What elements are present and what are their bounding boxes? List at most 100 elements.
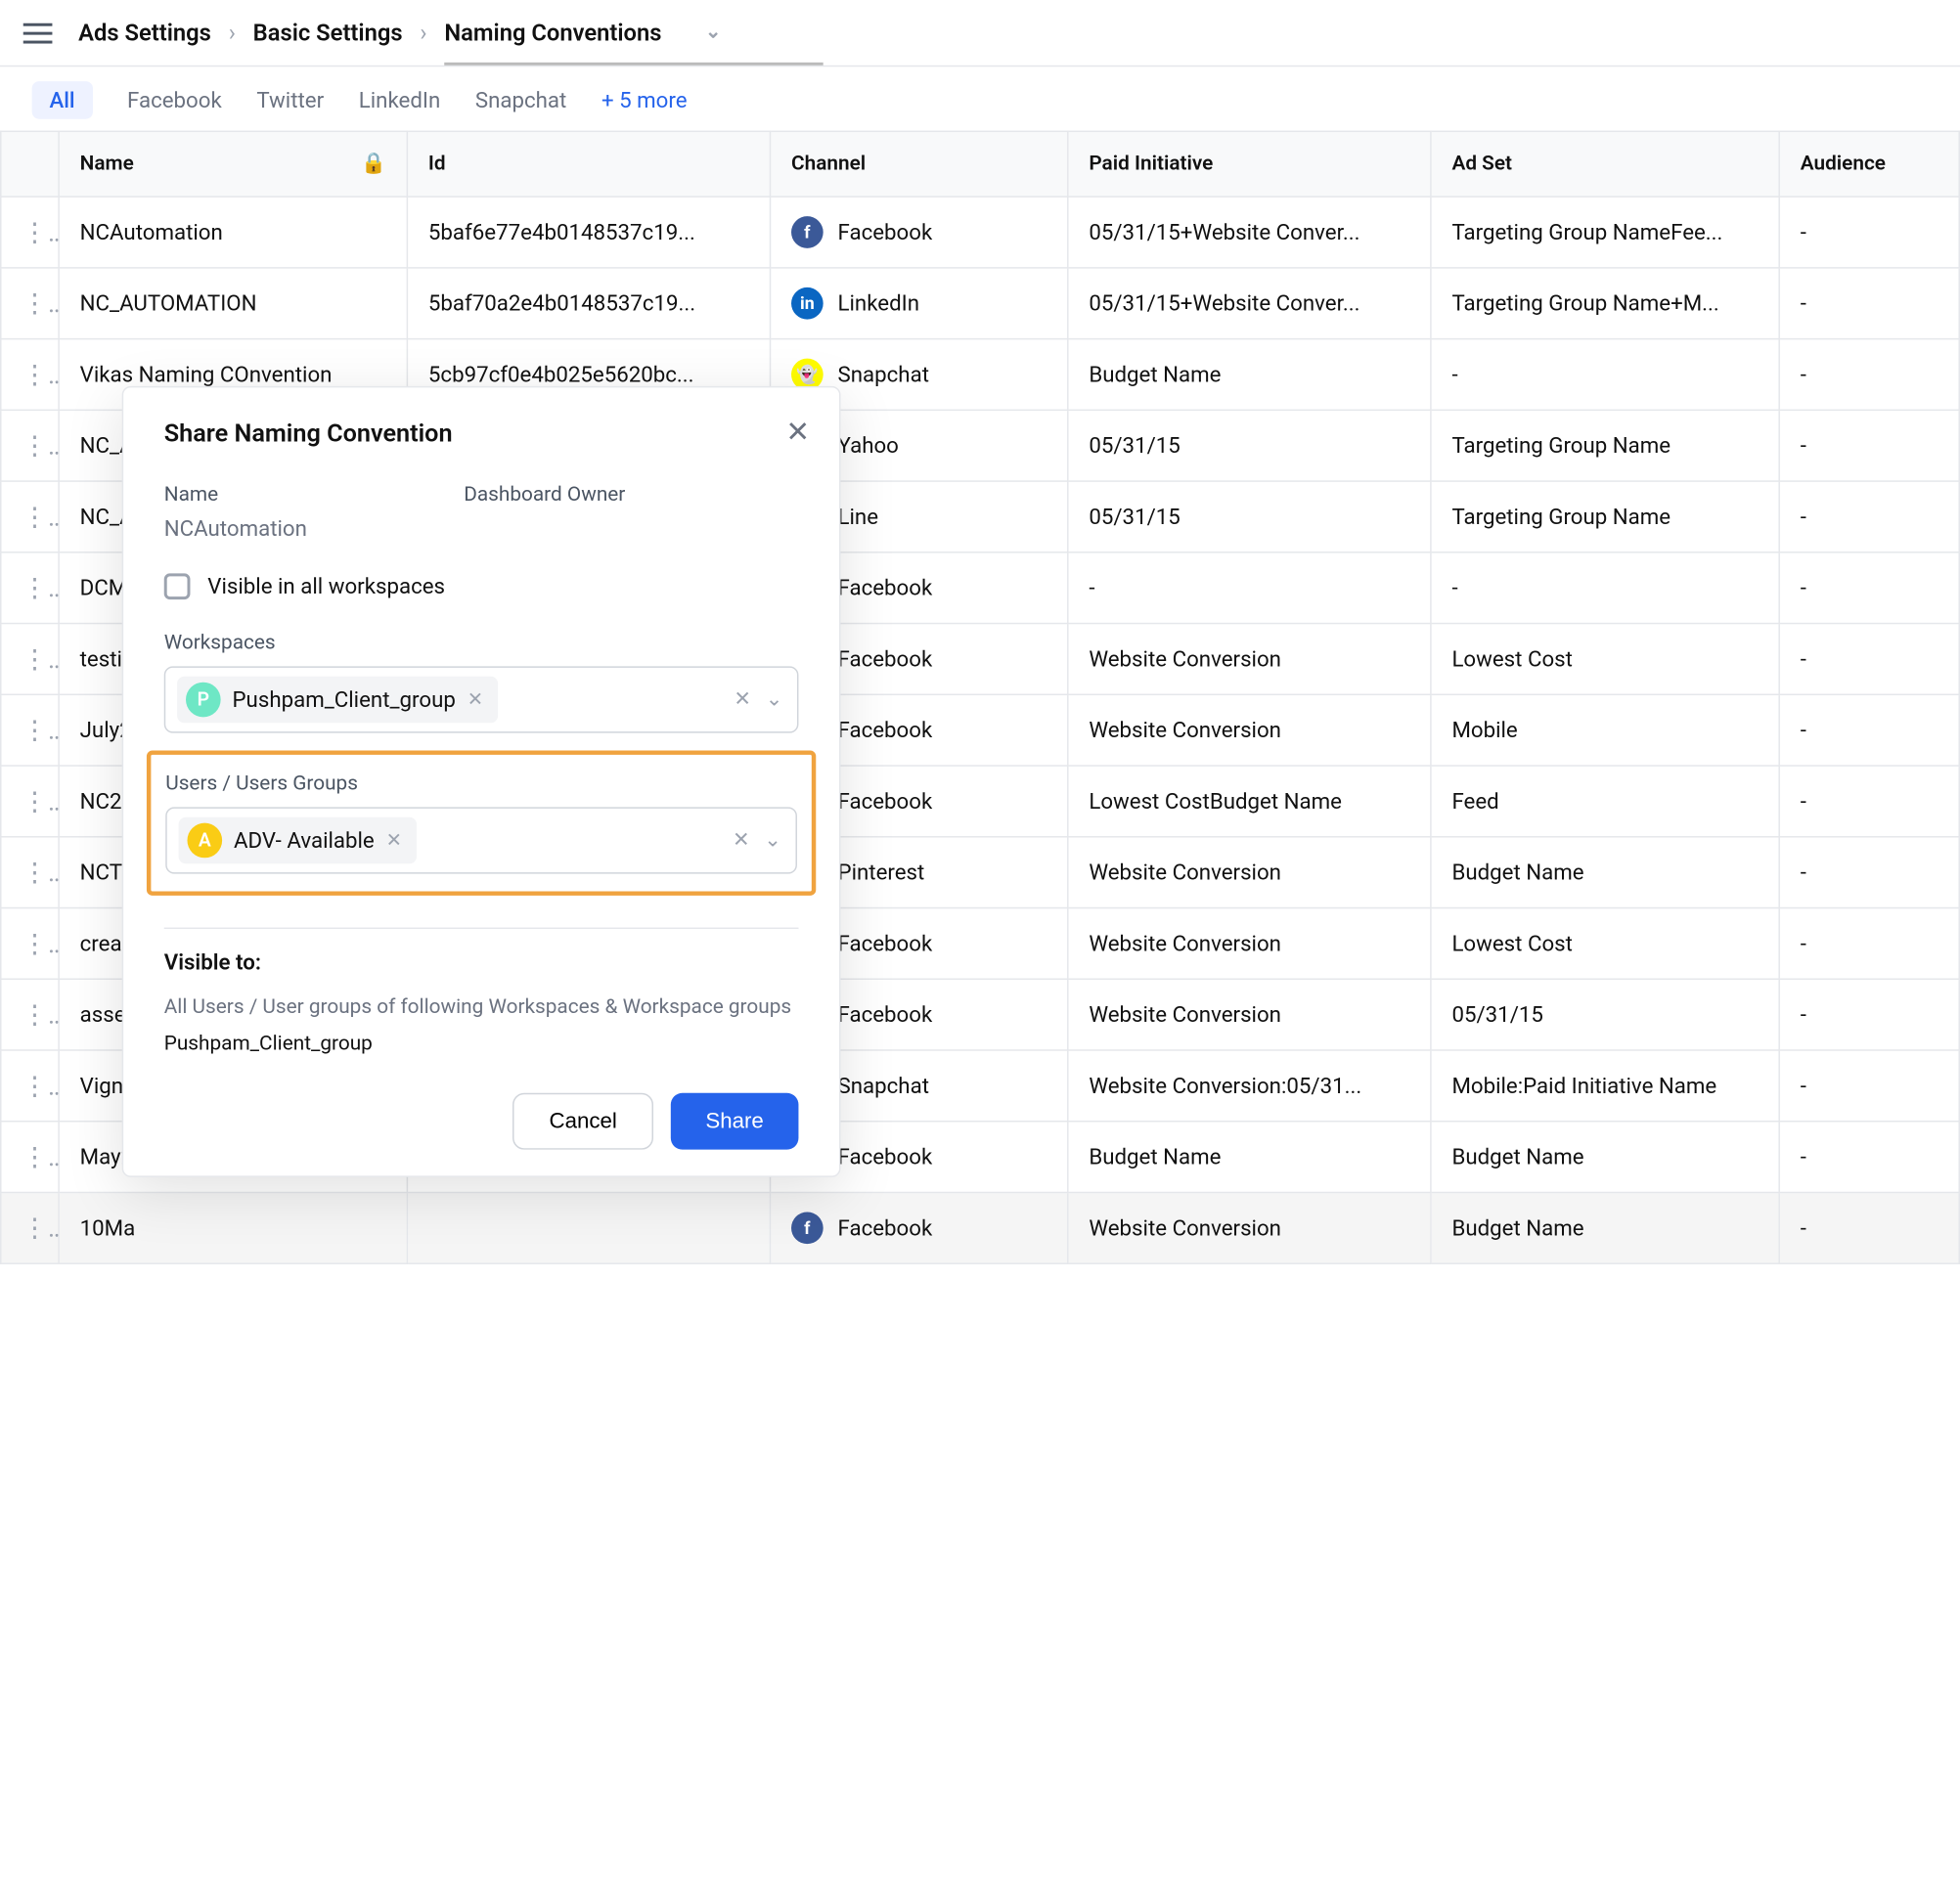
tab-facebook[interactable]: Facebook <box>127 87 222 113</box>
cell-ad-set: Targeting Group NameFee... <box>1431 197 1779 268</box>
visible-to-desc: All Users / User groups of following Wor… <box>164 992 799 1023</box>
cell-paid-initiative: Website Conversion <box>1068 694 1431 766</box>
cell-audience: - <box>1779 552 1959 624</box>
row-menu-icon[interactable]: ⋮ <box>1 694 59 766</box>
cell-audience: - <box>1779 410 1959 481</box>
chevron-down-icon[interactable]: ⌄ <box>764 829 780 853</box>
cell-ad-set: Feed <box>1431 766 1779 837</box>
tab-twitter[interactable]: Twitter <box>256 87 324 113</box>
col-paid-initiative[interactable]: Paid Initiative <box>1068 131 1431 197</box>
cell-ad-set: Lowest Cost <box>1431 908 1779 980</box>
remove-chip-icon[interactable]: ✕ <box>386 829 402 851</box>
cell-ad-set: Mobile:Paid Initiative Name <box>1431 1050 1779 1122</box>
crumb-naming-conventions[interactable]: Naming Conventions ⌄ <box>444 19 823 66</box>
table-row[interactable]: ⋮NC_AUTOMATION5baf70a2e4b0148537c19...in… <box>1 268 1960 339</box>
modal-title: Share Naming Convention <box>164 419 799 449</box>
cancel-button[interactable]: Cancel <box>512 1093 653 1150</box>
name-label: Name <box>164 483 218 507</box>
close-icon[interactable]: ✕ <box>785 414 810 449</box>
workspaces-select[interactable]: P Pushpam_Client_group ✕ ✕ ⌄ <box>164 666 799 732</box>
cell-id <box>407 1192 770 1263</box>
row-menu-icon[interactable]: ⋮ <box>1 766 59 837</box>
cell-ad-set: Targeting Group Name+M... <box>1431 268 1779 339</box>
cell-paid-initiative: Budget Name <box>1068 339 1431 411</box>
user-chip: A ADV- Available ✕ <box>179 817 417 864</box>
col-actions <box>1 131 59 197</box>
row-menu-icon[interactable]: ⋮ <box>1 1050 59 1122</box>
chip-label: Pushpam_Client_group <box>233 686 456 713</box>
cell-ad-set: Lowest Cost <box>1431 624 1779 695</box>
row-menu-icon[interactable]: ⋮ <box>1 837 59 908</box>
row-menu-icon[interactable]: ⋮ <box>1 908 59 980</box>
tabs-more[interactable]: + 5 more <box>601 87 688 113</box>
lock-icon: 🔒 <box>361 153 386 176</box>
cell-paid-initiative: Website Conversion:05/31... <box>1068 1050 1431 1122</box>
row-menu-icon[interactable]: ⋮ <box>1 1122 59 1193</box>
table-row[interactable]: ⋮10Ma fFacebookWebsite ConversionBudget N… <box>1 1192 1960 1263</box>
crumb-basic-settings[interactable]: Basic Settings <box>253 19 403 46</box>
cell-channel: inLinkedIn <box>770 268 1067 339</box>
users-groups-select[interactable]: A ADV- Available ✕ ✕ ⌄ <box>165 807 797 873</box>
row-menu-icon[interactable]: ⋮ <box>1 268 59 339</box>
chevron-down-icon[interactable]: ⌄ <box>705 22 721 43</box>
avatar: A <box>187 823 222 859</box>
cell-audience: - <box>1779 979 1959 1050</box>
clear-icon[interactable]: ✕ <box>733 829 749 853</box>
cell-paid-initiative: Website Conversion <box>1068 908 1431 980</box>
col-name[interactable]: Name🔒 <box>59 131 407 197</box>
row-menu-icon[interactable]: ⋮ <box>1 339 59 411</box>
cell-ad-set: Targeting Group Name <box>1431 410 1779 481</box>
chip-label: ADV- Available <box>234 827 375 854</box>
table-row[interactable]: ⋮NCAutomation5baf6e77e4b0148537c19...fFa… <box>1 197 1960 268</box>
row-menu-icon[interactable]: ⋮ <box>1 197 59 268</box>
breadcrumb: Ads Settings › Basic Settings › Naming C… <box>78 19 823 46</box>
owner-label: Dashboard Owner <box>464 483 625 507</box>
remove-chip-icon[interactable]: ✕ <box>468 688 483 710</box>
cell-name: 10Ma <box>59 1192 407 1263</box>
cell-paid-initiative: 05/31/15 <box>1068 410 1431 481</box>
cell-audience: - <box>1779 1122 1959 1193</box>
cell-paid-initiative: Website Conversion <box>1068 1192 1431 1263</box>
tab-linkedin[interactable]: LinkedIn <box>359 87 441 113</box>
cell-ad-set: Budget Name <box>1431 1192 1779 1263</box>
cell-channel: fFacebook <box>770 1192 1067 1263</box>
cell-audience: - <box>1779 624 1959 695</box>
row-menu-icon[interactable]: ⋮ <box>1 410 59 481</box>
cell-audience: - <box>1779 197 1959 268</box>
cell-audience: - <box>1779 766 1959 837</box>
tab-all[interactable]: All <box>32 81 93 119</box>
row-menu-icon[interactable]: ⋮ <box>1 979 59 1050</box>
hamburger-icon[interactable] <box>23 22 53 43</box>
chevron-down-icon[interactable]: ⌄ <box>766 688 782 712</box>
visible-to-label: Visible to: <box>164 949 799 976</box>
row-menu-icon[interactable]: ⋮ <box>1 552 59 624</box>
workspaces-label: Workspaces <box>164 632 799 655</box>
cell-paid-initiative: Website Conversion <box>1068 837 1431 908</box>
cell-id: 5baf6e77e4b0148537c19... <box>407 197 770 268</box>
cell-paid-initiative: Website Conversion <box>1068 979 1431 1050</box>
name-value: NCAutomation <box>164 515 307 542</box>
cell-ad-set: - <box>1431 339 1779 411</box>
facebook-icon: f <box>791 216 824 248</box>
col-id[interactable]: Id <box>407 131 770 197</box>
share-button[interactable]: Share <box>671 1093 799 1150</box>
facebook-icon: f <box>791 1213 824 1245</box>
col-channel[interactable]: Channel <box>770 131 1067 197</box>
avatar: P <box>186 683 221 718</box>
cell-ad-set: 05/31/15 <box>1431 979 1779 1050</box>
cell-ad-set: Targeting Group Name <box>1431 481 1779 552</box>
visible-all-checkbox[interactable] <box>164 573 191 599</box>
workspace-chip: P Pushpam_Client_group ✕ <box>177 677 498 724</box>
row-menu-icon[interactable]: ⋮ <box>1 1192 59 1263</box>
cell-audience: - <box>1779 837 1959 908</box>
cell-id: 5baf70a2e4b0148537c19... <box>407 268 770 339</box>
crumb-ads-settings[interactable]: Ads Settings <box>78 19 211 46</box>
col-ad-set[interactable]: Ad Set <box>1431 131 1779 197</box>
clear-icon[interactable]: ✕ <box>734 688 750 712</box>
col-audience[interactable]: Audience <box>1779 131 1959 197</box>
row-menu-icon[interactable]: ⋮ <box>1 481 59 552</box>
row-menu-icon[interactable]: ⋮ <box>1 624 59 695</box>
visible-to-list: Pushpam_Client_group <box>164 1032 799 1055</box>
cell-paid-initiative: 05/31/15 <box>1068 481 1431 552</box>
tab-snapchat[interactable]: Snapchat <box>475 87 566 113</box>
